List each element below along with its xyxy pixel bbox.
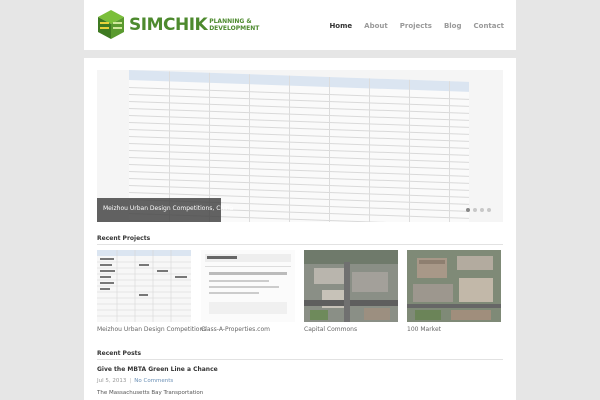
page-container: SIMCHIK PLANNING & DEVELOPMENT Home Abou… (84, 0, 516, 400)
logo-name: SIMCHIK (129, 15, 208, 35)
post-excerpt: The Massachusetts Bay Transportation (97, 390, 204, 396)
project-card[interactable]: Capital Commons (304, 250, 398, 333)
nav-about[interactable]: About (364, 22, 388, 30)
post-meta: Jul 5, 2013 | No Comments (97, 378, 173, 384)
slider-caption[interactable]: Meizhou Urban Design Competitions, China (97, 198, 233, 222)
featured-slider[interactable]: Meizhou Urban Design Competitions, China (97, 70, 503, 222)
project-label[interactable]: Meizhou Urban Design Competitions (97, 326, 206, 333)
slider-dot[interactable] (480, 208, 484, 212)
project-label[interactable]: Capital Commons (304, 326, 398, 333)
section-divider (97, 359, 503, 360)
site-logo[interactable]: SIMCHIK PLANNING & DEVELOPMENT (96, 8, 259, 42)
nav-blog[interactable]: Blog (444, 22, 462, 30)
project-thumbnail[interactable] (97, 250, 191, 322)
site-header: SIMCHIK PLANNING & DEVELOPMENT Home Abou… (84, 0, 516, 50)
recent-posts-title: Recent Posts (97, 350, 142, 357)
project-thumbnail[interactable] (407, 250, 501, 322)
project-card[interactable]: Meizhou Urban Design Competitions (97, 250, 206, 333)
nav-projects[interactable]: Projects (400, 22, 432, 30)
slider-dot[interactable] (473, 208, 477, 212)
slider-dot[interactable] (466, 208, 470, 212)
meta-separator: | (129, 378, 132, 384)
section-divider (97, 244, 503, 245)
project-thumbnail[interactable] (201, 250, 295, 322)
header-divider (84, 50, 516, 58)
project-label[interactable]: Class-A-Properties.com (201, 326, 295, 333)
logo-sub-line1: PLANNING & (209, 18, 252, 25)
project-label[interactable]: 100 Market (407, 326, 501, 333)
recent-projects-grid: Meizhou Urban Design Competitions Class-… (97, 250, 503, 336)
nav-home[interactable]: Home (329, 22, 352, 30)
post-title-link[interactable]: Give the MBTA Green Line a Chance (97, 366, 218, 373)
slider-dots (466, 208, 491, 212)
logo-cube-icon (96, 9, 126, 41)
post-comments-link[interactable]: No Comments (134, 378, 173, 384)
nav-contact[interactable]: Contact (474, 22, 505, 30)
logo-sub-line2: DEVELOPMENT (209, 25, 260, 32)
project-card[interactable]: 100 Market (407, 250, 501, 333)
main-nav: Home About Projects Blog Contact (329, 22, 504, 30)
project-card[interactable]: Class-A-Properties.com (201, 250, 295, 333)
slider-dot[interactable] (487, 208, 491, 212)
slider-caption-text: Meizhou Urban Design Competitions, China (103, 205, 234, 212)
project-thumbnail[interactable] (304, 250, 398, 322)
post-date: Jul 5, 2013 (97, 378, 127, 384)
recent-projects-title: Recent Projects (97, 235, 151, 242)
